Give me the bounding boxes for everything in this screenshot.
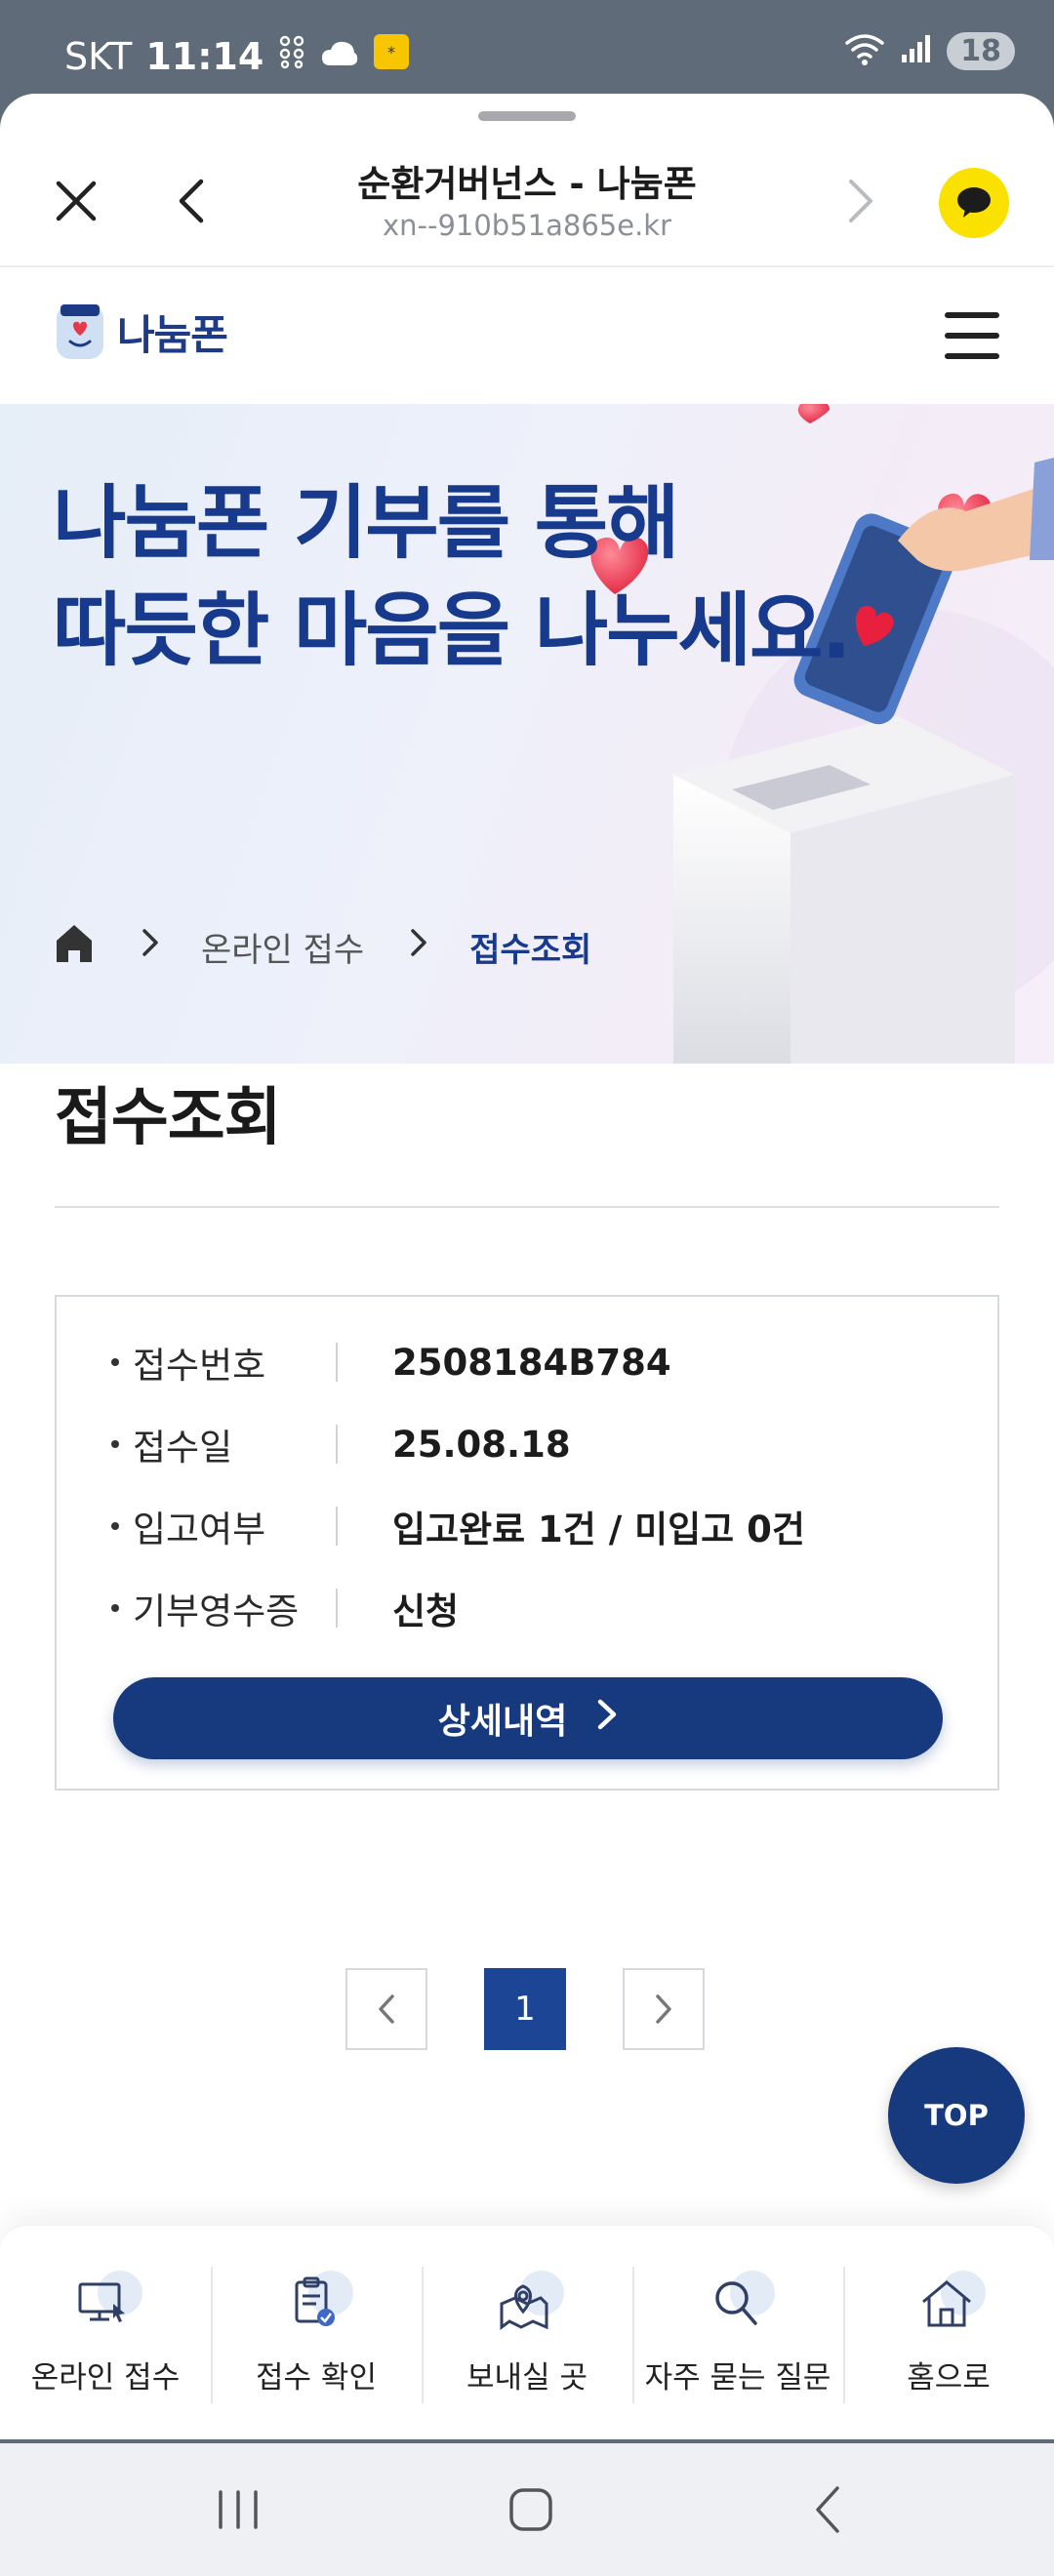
- nav-online-intake[interactable]: 온라인 접수: [0, 2267, 211, 2403]
- page-title: 접수조회: [55, 1082, 282, 1154]
- receipt-row: 접수일 25.08.18: [111, 1420, 571, 1469]
- recent-apps-icon[interactable]: [209, 2480, 267, 2539]
- nav-home[interactable]: 홈으로: [843, 2267, 1054, 2403]
- row-divider: [336, 1343, 338, 1382]
- pagination: 1: [345, 1968, 705, 2050]
- receipt-row: 기부영수증 신청: [111, 1584, 459, 1632]
- scroll-top-button[interactable]: TOP: [888, 2047, 1025, 2184]
- stock-status-label: 입고여부: [111, 1500, 336, 1552]
- donation-receipt-value: 신청: [392, 1590, 460, 1632]
- nav-label: 홈으로: [907, 2360, 991, 2395]
- status-left: SKT 11:14 *: [64, 33, 410, 79]
- wifi-icon: [843, 31, 886, 70]
- receipt-date-value: 25.08.18: [392, 1423, 571, 1466]
- breadcrumb: 온라인 접수 접수조회: [53, 921, 591, 973]
- donation-receipt-label: 기부영수증: [111, 1582, 336, 1634]
- hero-banner: 나눔폰 기부를 통해 따듯한 마음을 나누세요. 온라인 접수 접수조회: [0, 404, 1054, 1064]
- hero-line-2: 따듯한 마음을 나누세요.: [53, 584, 852, 677]
- receipt-number-value: 2508184B784: [392, 1341, 671, 1384]
- logo-text: 나눔폰: [117, 310, 228, 359]
- nav-send-location[interactable]: 보내실 곳: [422, 2267, 632, 2403]
- browser-sheet: 순환거버넌스 - 나눔폰 xn--910b51a865e.kr 나눔폰 나눔폰 …: [0, 94, 1054, 2439]
- receipt-date-label: 접수일: [111, 1418, 336, 1470]
- app-notification-icon: *: [373, 33, 410, 79]
- hamburger-menu-icon[interactable]: [945, 312, 999, 359]
- receipt-row: 접수번호 2508184B784: [111, 1336, 671, 1389]
- search-icon: [699, 2267, 777, 2341]
- breadcrumb-current: 접수조회: [469, 931, 592, 970]
- chevron-right-icon: [656, 1994, 671, 2024]
- carrier-name: SKT: [64, 34, 133, 78]
- cloud-icon: [320, 35, 359, 78]
- home-icon: [910, 2267, 988, 2341]
- row-divider: [336, 1589, 338, 1628]
- site-header: 나눔폰: [0, 267, 1054, 404]
- receipt-number-label: 접수번호: [111, 1336, 336, 1389]
- row-divider: [336, 1507, 338, 1546]
- page-1-button[interactable]: 1: [484, 1968, 566, 2050]
- close-icon[interactable]: [49, 174, 103, 228]
- row-divider: [336, 1425, 338, 1464]
- bottom-navigation: 온라인 접수 접수 확인 보내실 곳 자주 묻는 질문 홈으로: [0, 2225, 1054, 2439]
- nav-label: 온라인 접수: [30, 2360, 181, 2395]
- browser-header: 순환거버넌스 - 나눔폰 xn--910b51a865e.kr: [0, 133, 1054, 267]
- receipt-card: 접수번호 2508184B784 접수일 25.08.18 입고여부 입고완료 …: [55, 1295, 999, 1791]
- nav-label: 접수 확인: [256, 2360, 377, 2395]
- detail-button[interactable]: 상세내역: [113, 1677, 943, 1759]
- clipboard-check-icon: [277, 2267, 355, 2341]
- system-back-icon[interactable]: [800, 2480, 859, 2539]
- logo-mascot-icon: [57, 304, 103, 359]
- receipt-row: 입고여부 입고완료 1건 / 미입고 0건: [111, 1502, 805, 1550]
- nav-faq[interactable]: 자주 묻는 질문: [632, 2267, 843, 2403]
- stock-status-value: 입고완료 1건 / 미입고 0건: [392, 1509, 805, 1550]
- clock-time: 11:14: [145, 34, 264, 78]
- browser-page-title: 순환거버넌스 - 나눔폰: [357, 163, 697, 205]
- site-logo[interactable]: 나눔폰: [53, 301, 228, 363]
- title-divider: [55, 1206, 999, 1208]
- hero-line-1: 나눔폰 기부를 통해: [53, 477, 680, 570]
- online-monitor-icon: [66, 2267, 144, 2341]
- status-bar: SKT 11:14 * 18: [0, 0, 1054, 107]
- browser-url: xn--910b51a865e.kr: [382, 209, 672, 242]
- prev-page-button[interactable]: [345, 1968, 427, 2050]
- dots-icon: [277, 34, 306, 78]
- kakao-talk-icon[interactable]: [939, 168, 1009, 238]
- battery-level: 18: [947, 31, 1015, 70]
- nav-label: 보내실 곳: [466, 2360, 588, 2395]
- system-navigation-bar: [0, 2443, 1054, 2576]
- detail-button-label: 상세내역: [437, 1702, 568, 1742]
- hero-headline: 나눔폰 기부를 통해 따듯한 마음을 나누세요.: [53, 470, 852, 685]
- chevron-right-icon: [409, 927, 428, 967]
- breadcrumb-online-intake[interactable]: 온라인 접수: [201, 923, 364, 971]
- chevron-right-icon: [141, 927, 160, 967]
- map-pin-icon: [488, 2267, 566, 2341]
- nav-label: 자주 묻는 질문: [644, 2360, 831, 2395]
- status-right: 18: [843, 31, 1015, 70]
- svg-text:*: *: [387, 43, 395, 61]
- chevron-right-icon: [596, 1698, 618, 1740]
- forward-icon[interactable]: [831, 174, 886, 228]
- home-icon[interactable]: [53, 921, 96, 973]
- nav-intake-check[interactable]: 접수 확인: [211, 2267, 422, 2403]
- back-icon[interactable]: [166, 174, 221, 228]
- home-button-icon[interactable]: [502, 2480, 560, 2539]
- sheet-grabber[interactable]: [478, 111, 576, 121]
- signal-icon: [900, 33, 933, 68]
- next-page-button[interactable]: [623, 1968, 705, 2050]
- chevron-left-icon: [379, 1994, 394, 2024]
